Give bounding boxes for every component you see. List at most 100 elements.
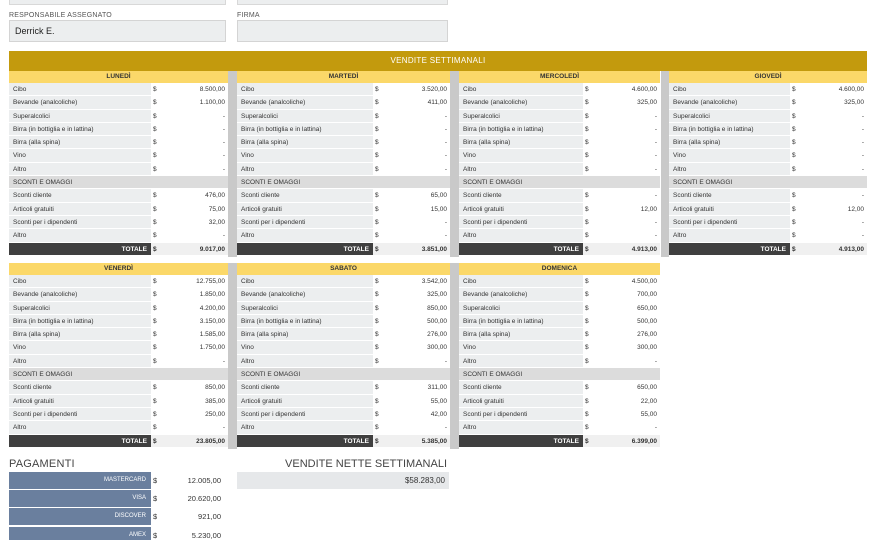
row-value[interactable]: 4.600,00 [800, 83, 867, 96]
row-value[interactable]: 276,00 [593, 328, 660, 341]
row-value[interactable]: - [383, 229, 450, 242]
row-value[interactable]: - [383, 215, 450, 229]
row-value[interactable]: - [593, 229, 660, 242]
table-row: Birra (alla spina) $ - [459, 136, 660, 150]
row-value[interactable]: 12.755,00 [161, 275, 228, 288]
row-value[interactable]: - [800, 229, 867, 242]
row-value[interactable]: 3.542,00 [383, 275, 450, 288]
currency-symbol: $ [583, 83, 593, 96]
row-value[interactable]: 500,00 [383, 314, 450, 328]
row-value[interactable]: 12,00 [800, 202, 867, 215]
row-value[interactable]: - [593, 215, 660, 229]
currency-symbol: $ [790, 189, 800, 202]
row-value[interactable]: 55,00 [593, 407, 660, 421]
row-value[interactable]: 65,00 [383, 189, 450, 202]
payment-value[interactable]: 20.620,00 [161, 490, 224, 508]
currency-symbol: $ [373, 189, 383, 202]
row-value[interactable]: 55,00 [383, 394, 450, 407]
row-value[interactable]: - [593, 122, 660, 136]
row-value[interactable]: 300,00 [383, 341, 450, 354]
row-value[interactable]: - [593, 109, 660, 122]
row-value[interactable]: - [161, 136, 228, 149]
row-value[interactable]: 3.150,00 [161, 314, 228, 328]
row-value[interactable]: 1.850,00 [161, 288, 228, 301]
row-value[interactable]: - [800, 149, 867, 162]
row-value[interactable]: 325,00 [800, 96, 867, 109]
currency-symbol: $ [151, 301, 161, 314]
row-value[interactable]: - [800, 215, 867, 229]
table-row: Superalcolici $ - [9, 109, 228, 123]
row-value[interactable]: 8.500,00 [161, 83, 228, 96]
row-value[interactable]: 276,00 [383, 328, 450, 341]
row-value[interactable]: 700,00 [593, 288, 660, 301]
row-value[interactable]: 650,00 [593, 301, 660, 314]
payment-value[interactable]: 921,00 [161, 508, 224, 526]
row-value[interactable]: - [383, 109, 450, 122]
row-value[interactable]: 311,00 [383, 381, 450, 394]
day-header: VENERDÌ [9, 263, 228, 275]
row-value[interactable]: - [161, 109, 228, 122]
row-value[interactable]: - [161, 122, 228, 136]
row-value[interactable]: - [383, 421, 450, 434]
row-value[interactable]: 75,00 [161, 202, 228, 215]
row-value[interactable]: - [800, 189, 867, 202]
row-value[interactable]: 325,00 [383, 288, 450, 301]
row-value[interactable]: 476,00 [161, 189, 228, 202]
row-value[interactable]: - [800, 122, 867, 136]
row-value[interactable]: 850,00 [383, 301, 450, 314]
row-value[interactable]: 12,00 [593, 202, 660, 215]
row-value[interactable]: - [383, 354, 450, 368]
row-value[interactable]: - [593, 354, 660, 368]
row-value[interactable]: - [593, 162, 660, 176]
row-label: Sconti cliente [459, 381, 583, 394]
row-value[interactable]: 650,00 [593, 381, 660, 394]
payment-value[interactable]: 5.230,00 [161, 526, 224, 540]
currency-symbol: $ [373, 202, 383, 215]
top-field-2[interactable] [237, 0, 448, 5]
row-value[interactable]: 385,00 [161, 394, 228, 407]
row-value[interactable]: - [800, 162, 867, 176]
row-value[interactable]: 300,00 [593, 341, 660, 354]
row-value[interactable]: - [593, 149, 660, 162]
table-row: Birra (in bottiglia e in lattina) $ - [9, 122, 228, 137]
row-value[interactable]: - [161, 229, 228, 242]
row-value[interactable]: - [161, 162, 228, 176]
row-label: Vino [237, 149, 373, 162]
row-value[interactable]: 325,00 [593, 96, 660, 109]
row-value[interactable]: - [161, 354, 228, 368]
row-value[interactable]: 4.200,00 [161, 301, 228, 314]
row-value[interactable]: 22,00 [593, 394, 660, 407]
row-value[interactable]: 4.600,00 [593, 83, 660, 96]
row-value[interactable]: - [161, 421, 228, 434]
row-value[interactable]: - [161, 149, 228, 162]
row-value[interactable]: - [593, 189, 660, 202]
row-value[interactable]: 32,00 [161, 215, 228, 229]
row-value[interactable]: 500,00 [593, 314, 660, 328]
row-value[interactable]: 850,00 [161, 381, 228, 394]
row-value[interactable]: 1.100,00 [161, 96, 228, 109]
responsabile-field[interactable]: Derrick E. [9, 20, 226, 42]
currency-symbol: $ [151, 394, 161, 407]
row-value[interactable]: - [800, 109, 867, 122]
top-field-1[interactable] [9, 0, 226, 5]
row-value[interactable]: - [800, 136, 867, 149]
row-value[interactable]: 4.500,00 [593, 275, 660, 288]
row-value[interactable]: - [383, 122, 450, 136]
currency-symbol: $ [151, 275, 161, 288]
row-value[interactable]: - [593, 136, 660, 149]
payment-value[interactable]: 12.005,00 [161, 472, 224, 489]
row-value[interactable]: - [383, 149, 450, 162]
row-value[interactable]: - [383, 162, 450, 176]
row-value[interactable]: 1.585,00 [161, 328, 228, 341]
row-value[interactable]: 3.520,00 [383, 83, 450, 96]
section-label: SCONTI E OMAGGI [669, 176, 867, 189]
row-value[interactable]: 42,00 [383, 407, 450, 421]
row-value[interactable]: 411,00 [383, 96, 450, 109]
row-value[interactable]: 250,00 [161, 407, 228, 421]
firma-field[interactable] [237, 20, 448, 42]
row-value[interactable]: 1.750,00 [161, 341, 228, 354]
currency-symbol: $ [373, 122, 383, 136]
row-value[interactable]: - [383, 136, 450, 149]
row-value[interactable]: 15,00 [383, 202, 450, 215]
row-value[interactable]: - [593, 421, 660, 434]
